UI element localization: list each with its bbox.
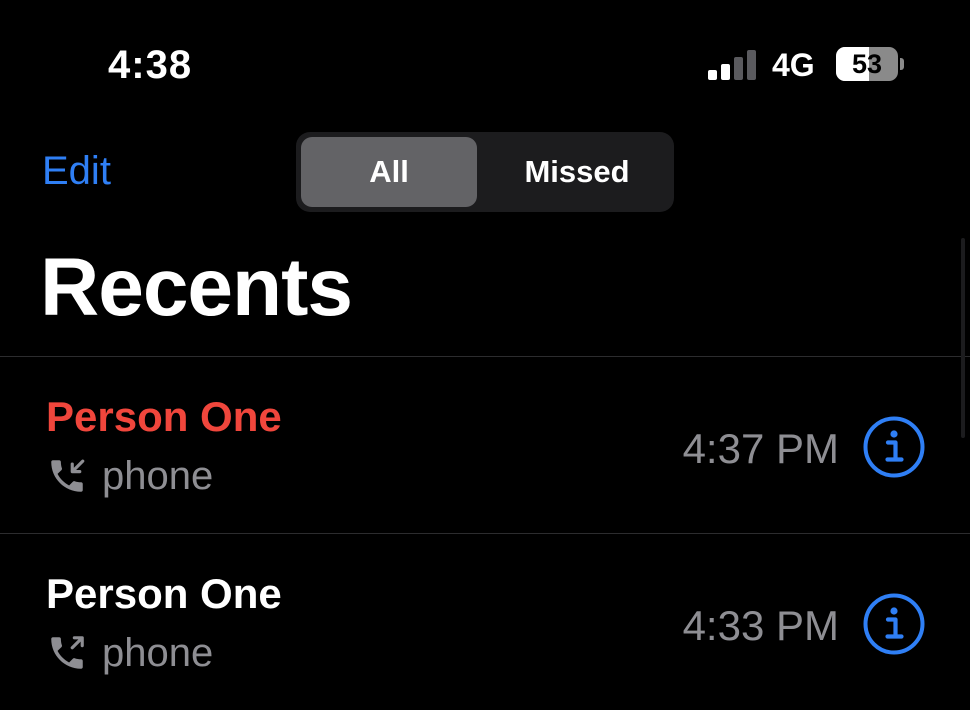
call-row[interactable]: Person One phone 4:37 PM <box>0 357 970 533</box>
segment-all[interactable]: All <box>301 137 477 207</box>
battery-icon: 53 <box>836 47 898 81</box>
battery-percent: 53 <box>851 49 883 79</box>
call-time: 4:33 PM <box>682 602 839 649</box>
signal-bar <box>721 64 730 80</box>
signal-bar <box>747 50 756 80</box>
info-icon[interactable] <box>862 415 926 479</box>
cellular-signal-icon <box>708 50 760 80</box>
caller-name: Person One <box>46 393 282 440</box>
call-type-label: phone <box>102 631 214 675</box>
page-title: Recents <box>40 242 353 333</box>
status-bar: 4:38 4G 53 <box>0 0 970 120</box>
network-type: 4G <box>772 47 815 83</box>
outgoing-call-icon <box>51 636 84 669</box>
call-time: 4:37 PM <box>682 425 839 472</box>
edit-button[interactable]: Edit <box>42 146 111 196</box>
call-type-label: phone <box>102 454 214 498</box>
recents-filter-control: All Missed <box>296 132 674 212</box>
info-icon[interactable] <box>862 592 926 656</box>
status-time: 4:38 <box>108 43 193 87</box>
segment-missed[interactable]: Missed <box>485 137 669 207</box>
signal-bar <box>708 70 717 80</box>
incoming-call-icon <box>51 459 85 492</box>
caller-name: Person One <box>46 570 282 617</box>
battery-tip <box>900 58 904 70</box>
call-row[interactable]: Person One phone 4:33 PM <box>0 534 970 710</box>
scroll-indicator <box>961 238 965 438</box>
signal-bar <box>734 57 743 80</box>
